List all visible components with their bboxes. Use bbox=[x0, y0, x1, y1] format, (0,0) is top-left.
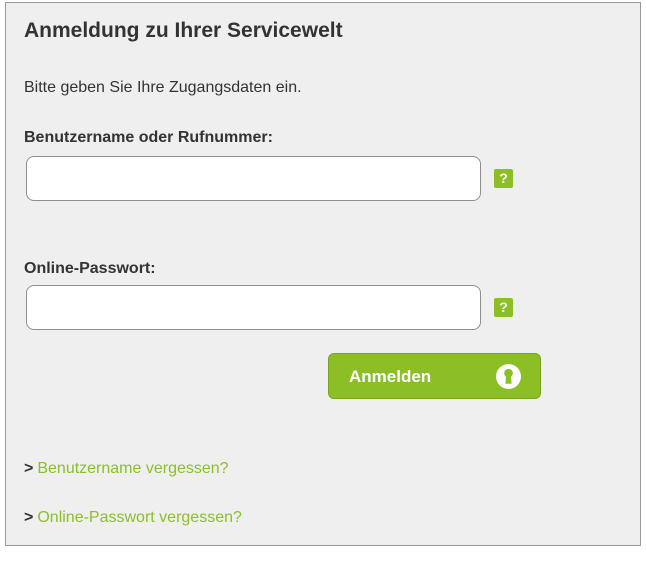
forgot-username-row: > Benutzername vergessen? bbox=[24, 460, 229, 478]
login-panel: Anmeldung zu Ihrer Servicewelt Bitte geb… bbox=[5, 2, 641, 546]
login-button[interactable]: Anmelden bbox=[328, 353, 541, 399]
password-input[interactable] bbox=[26, 285, 481, 330]
username-input[interactable] bbox=[26, 156, 481, 201]
password-label: Online-Passwort: bbox=[24, 260, 156, 277]
password-help-icon[interactable]: ? bbox=[494, 298, 513, 317]
forgot-username-link[interactable]: Benutzername vergessen? bbox=[37, 460, 228, 477]
login-button-label: Anmelden bbox=[349, 367, 432, 386]
username-label: Benutzername oder Rufnummer: bbox=[24, 129, 273, 146]
link-arrow: > bbox=[24, 509, 34, 526]
link-arrow: > bbox=[24, 460, 34, 477]
forgot-password-link[interactable]: Online-Passwort vergessen? bbox=[37, 509, 242, 526]
page-title: Anmeldung zu Ihrer Servicewelt bbox=[24, 19, 343, 42]
intro-text: Bitte geben Sie Ihre Zugangsdaten ein. bbox=[24, 79, 302, 96]
keyhole-icon bbox=[496, 364, 521, 389]
username-help-icon[interactable]: ? bbox=[494, 169, 513, 188]
forgot-password-row: > Online-Passwort vergessen? bbox=[24, 509, 242, 527]
